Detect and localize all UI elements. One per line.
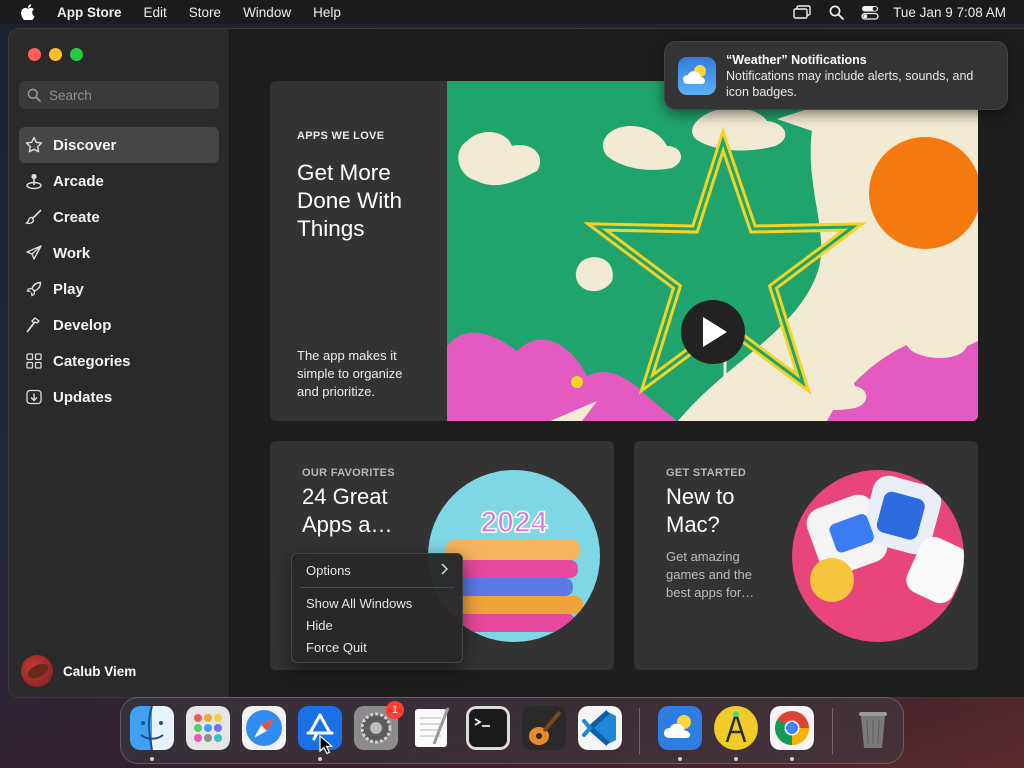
zoom-window-button[interactable] xyxy=(70,48,83,61)
screen-mirroring-icon[interactable] xyxy=(785,0,819,24)
hero-text: APPS WE LOVE Get More Done With Things T… xyxy=(297,81,447,421)
running-indicator xyxy=(150,757,154,761)
menu-edit[interactable]: Edit xyxy=(133,5,178,20)
menu-window[interactable]: Window xyxy=(232,5,302,20)
context-menu-item-label: Options xyxy=(306,563,351,578)
sidebar-item-updates[interactable]: Updates xyxy=(19,379,219,415)
sidebar-item-play[interactable]: Play xyxy=(19,271,219,307)
menu-app-name[interactable]: App Store xyxy=(46,5,133,20)
sidebar-item-discover[interactable]: Discover xyxy=(19,127,219,163)
sidebar-item-label: Develop xyxy=(53,316,112,334)
brush-icon xyxy=(25,208,43,226)
apple-menu-icon[interactable] xyxy=(20,4,36,20)
sidebar-item-create[interactable]: Create xyxy=(19,199,219,235)
close-window-button[interactable] xyxy=(28,48,41,61)
sidebar-item-label: Create xyxy=(53,208,100,226)
dock-divider xyxy=(832,708,833,754)
sidebar-nav: Discover Arcade Create Work Play Develop… xyxy=(19,127,219,415)
dock: 1 xyxy=(120,697,904,764)
dock-context-menu: Options Show All Windows Hide Force Quit xyxy=(291,553,463,663)
paper-plane-icon xyxy=(25,244,43,262)
hero-banner[interactable]: APPS WE LOVE Get More Done With Things T… xyxy=(270,81,978,421)
hero-eyebrow: APPS WE LOVE xyxy=(297,130,385,142)
system-settings-icon[interactable]: 1 xyxy=(354,701,404,750)
grid-icon xyxy=(25,352,43,370)
minimize-window-button[interactable] xyxy=(49,48,62,61)
card-art-year: 2024 xyxy=(481,506,548,539)
menu-help[interactable]: Help xyxy=(302,5,352,20)
garageband-icon[interactable] xyxy=(522,706,566,750)
context-menu-show-all-windows[interactable]: Show All Windows xyxy=(306,595,452,613)
notification-badge: 1 xyxy=(386,701,404,719)
card-title: New to Mac? xyxy=(666,484,735,537)
chevron-right-icon xyxy=(441,562,449,580)
mouse-cursor xyxy=(319,735,333,755)
account-button[interactable]: Calub Viem xyxy=(21,655,136,687)
menu-store[interactable]: Store xyxy=(178,5,232,20)
sidebar-item-label: Categories xyxy=(53,352,131,370)
safari-icon[interactable] xyxy=(242,706,286,750)
card-get-started[interactable]: GET STARTED New to Mac? Get amazing game… xyxy=(634,441,978,670)
control-center-icon[interactable] xyxy=(853,0,887,24)
weather-app-icon xyxy=(678,56,716,95)
chrome-icon[interactable] xyxy=(770,706,814,750)
search-field[interactable] xyxy=(19,81,219,109)
trash-icon[interactable] xyxy=(851,706,895,750)
running-indicator xyxy=(734,757,738,761)
android-studio-icon[interactable] xyxy=(714,706,758,750)
dock-divider xyxy=(639,708,640,754)
weather-icon[interactable] xyxy=(658,706,702,750)
context-menu-divider xyxy=(300,587,454,588)
launchpad-icon[interactable] xyxy=(186,706,230,750)
rocket-icon xyxy=(25,280,43,298)
card-artwork-app-icons xyxy=(792,470,964,642)
running-indicator xyxy=(678,757,682,761)
sidebar-item-label: Work xyxy=(53,244,91,262)
search-icon xyxy=(27,88,41,102)
download-icon xyxy=(25,388,43,406)
joystick-icon xyxy=(25,172,43,190)
finder-icon[interactable] xyxy=(130,706,174,750)
notification-title: “Weather” Notifications xyxy=(726,52,867,67)
weather-notification[interactable]: “Weather” Notifications Notifications ma… xyxy=(664,41,1008,110)
card-eyebrow: OUR FAVORITES xyxy=(302,467,395,479)
sidebar-item-work[interactable]: Work xyxy=(19,235,219,271)
context-menu-hide[interactable]: Hide xyxy=(306,617,452,635)
sidebar-item-label: Updates xyxy=(53,388,113,406)
running-indicator xyxy=(318,757,322,761)
app-store-window: Discover Arcade Create Work xyxy=(9,29,1024,697)
menu-clock[interactable]: Tue Jan 9 7:08 AM xyxy=(887,5,1024,20)
card-title: 24 Great Apps a… xyxy=(302,484,393,537)
star-icon xyxy=(25,136,43,154)
terminal-icon[interactable] xyxy=(466,706,510,750)
running-indicator xyxy=(790,757,794,761)
avatar xyxy=(21,655,53,687)
card-description: Get amazing games and the best apps for… xyxy=(666,549,755,600)
sidebar-item-label: Discover xyxy=(53,136,117,154)
hammer-icon xyxy=(25,316,43,334)
sidebar: Discover Arcade Create Work xyxy=(9,29,230,697)
textedit-icon[interactable] xyxy=(410,706,454,750)
menu-bar: App Store Edit Store Window Help Tue Jan… xyxy=(0,0,1024,24)
sidebar-item-develop[interactable]: Develop xyxy=(19,307,219,343)
notification-text: “Weather” Notifications Notifications ma… xyxy=(726,52,996,100)
sidebar-item-label: Arcade xyxy=(53,172,104,190)
sidebar-item-arcade[interactable]: Arcade xyxy=(19,163,219,199)
notification-body: Notifications may include alerts, sounds… xyxy=(726,68,974,99)
context-menu-force-quit[interactable]: Force Quit xyxy=(306,639,452,657)
vscode-icon[interactable] xyxy=(578,706,622,750)
account-name: Calub Viem xyxy=(63,663,137,679)
sidebar-item-label: Play xyxy=(53,280,84,298)
card-eyebrow: GET STARTED xyxy=(666,467,747,479)
hero-description: The app makes it simple to organize and … xyxy=(297,348,403,399)
window-controls xyxy=(28,48,83,61)
sidebar-item-categories[interactable]: Categories xyxy=(19,343,219,379)
hero-title: Get More Done With Things xyxy=(297,160,403,241)
spotlight-search-icon[interactable] xyxy=(819,0,853,24)
search-input[interactable] xyxy=(49,87,199,103)
hero-artwork xyxy=(447,81,978,421)
context-menu-options[interactable]: Options xyxy=(306,562,452,580)
